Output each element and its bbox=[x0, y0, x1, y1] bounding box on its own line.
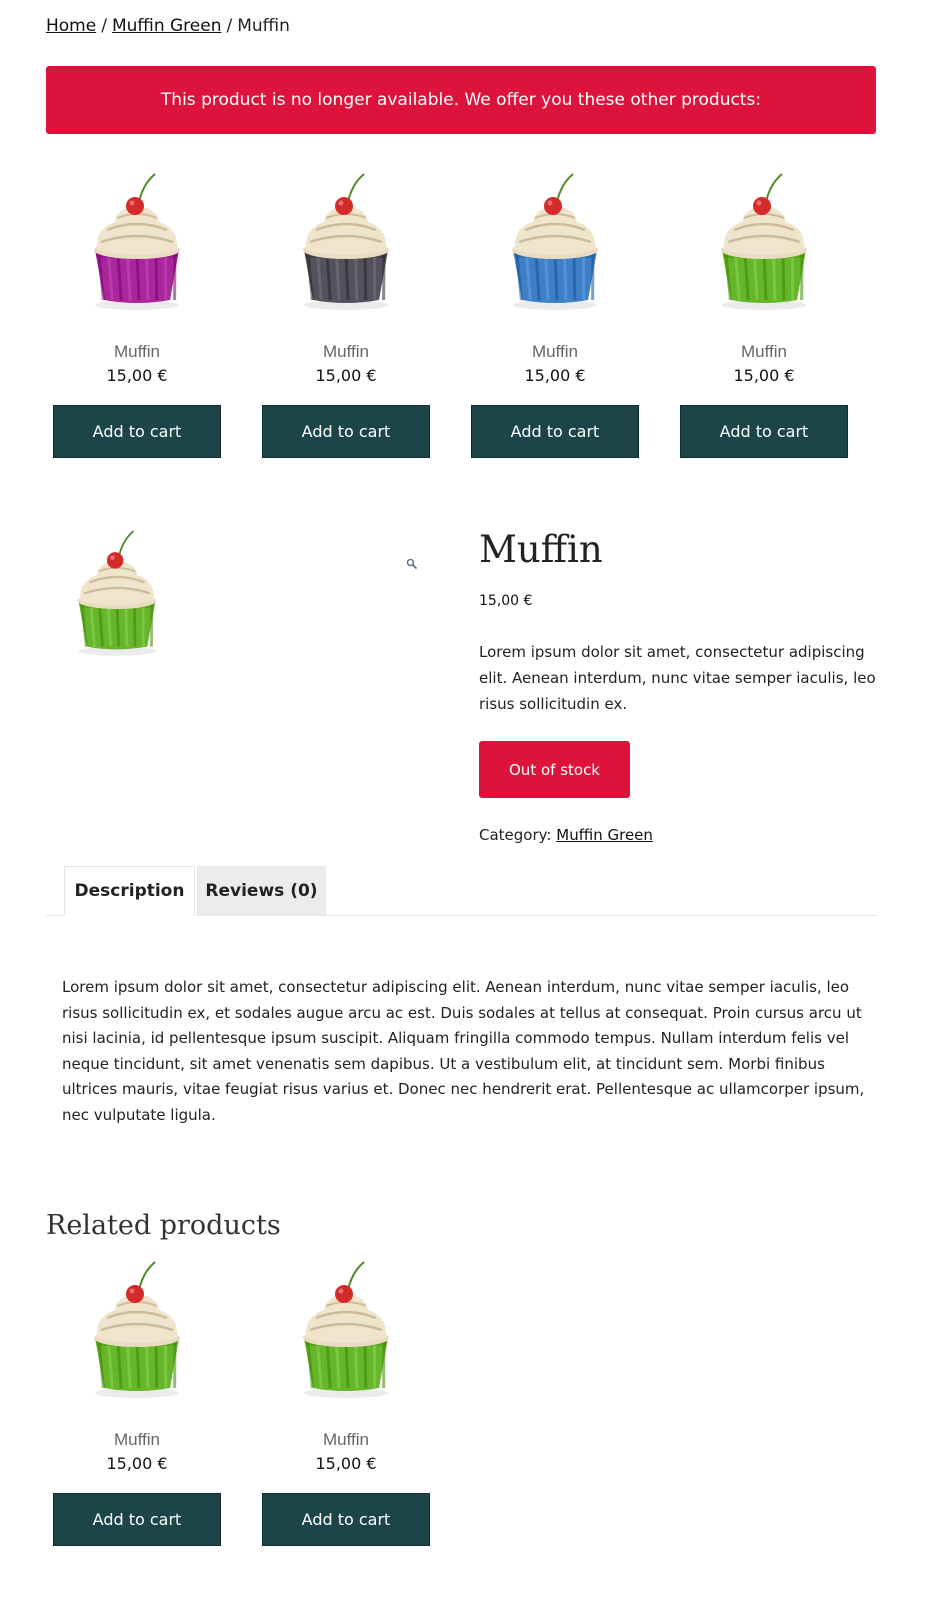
product-short-description: Lorem ipsum dolor sit amet, consectetur … bbox=[479, 643, 876, 713]
product-price: 15,00 € bbox=[106, 366, 168, 385]
product-card: Muffin 15,00 € Add to cart bbox=[680, 172, 848, 458]
product-title: Muffin bbox=[479, 528, 603, 571]
add-to-cart-button[interactable]: Add to cart bbox=[53, 405, 221, 458]
muffin-product-image[interactable] bbox=[286, 1260, 406, 1410]
add-to-cart-button[interactable]: Add to cart bbox=[262, 1493, 430, 1546]
muffin-product-image[interactable] bbox=[286, 172, 406, 322]
product-name[interactable]: Muffin bbox=[680, 342, 848, 362]
product-name[interactable]: Muffin bbox=[262, 1430, 430, 1450]
add-to-cart-button[interactable]: Add to cart bbox=[680, 405, 848, 458]
breadcrumb-separator: / bbox=[226, 16, 233, 36]
add-to-cart-button[interactable]: Add to cart bbox=[471, 405, 639, 458]
muffin-product-image[interactable] bbox=[704, 172, 824, 322]
muffin-product-image[interactable] bbox=[495, 172, 615, 322]
product-price: 15,00 € bbox=[733, 366, 795, 385]
category-link[interactable]: Muffin Green bbox=[556, 826, 653, 844]
breadcrumb: Home / Muffin Green / Muffin bbox=[46, 16, 290, 36]
product-main-image[interactable] bbox=[62, 528, 172, 668]
product-summary: Muffin 15,00 € Lorem ipsum dolor sit ame… bbox=[479, 528, 879, 844]
product-price: 15,00 € bbox=[106, 1454, 168, 1473]
product-price: 15,00 € bbox=[479, 593, 533, 609]
breadcrumb-separator: / bbox=[101, 16, 107, 36]
product-card: Muffin 15,00 € Add to cart bbox=[262, 172, 430, 458]
product-card: Muffin 15,00 € Add to cart bbox=[53, 1260, 221, 1546]
related-products-heading: Related products bbox=[46, 1210, 281, 1241]
product-name[interactable]: Muffin bbox=[262, 342, 430, 362]
breadcrumb-home-link[interactable]: Home bbox=[46, 16, 96, 36]
product-category: Category: Muffin Green bbox=[479, 826, 879, 844]
muffin-product-image[interactable] bbox=[77, 1260, 197, 1410]
product-tabs: Description Reviews (0) bbox=[46, 866, 876, 916]
tab-description[interactable]: Description bbox=[64, 866, 195, 916]
tab-reviews[interactable]: Reviews (0) bbox=[197, 866, 326, 916]
breadcrumb-current: Muffin bbox=[237, 16, 290, 36]
product-card: Muffin 15,00 € Add to cart bbox=[471, 172, 639, 458]
add-to-cart-button[interactable]: Add to cart bbox=[262, 405, 430, 458]
zoom-magnifier-icon[interactable] bbox=[406, 558, 418, 570]
product-name[interactable]: Muffin bbox=[471, 342, 639, 362]
out-of-stock-badge: Out of stock bbox=[479, 741, 630, 798]
category-label: Category: bbox=[479, 826, 552, 844]
muffin-product-image[interactable] bbox=[77, 172, 197, 322]
product-price: 15,00 € bbox=[315, 1454, 377, 1473]
product-price: 15,00 € bbox=[524, 366, 586, 385]
out-of-stock-label: Out of stock bbox=[509, 760, 600, 779]
description-panel-text: Lorem ipsum dolor sit amet, consectetur … bbox=[62, 978, 865, 1124]
unavailable-notice: This product is no longer available. We … bbox=[46, 66, 876, 134]
product-name[interactable]: Muffin bbox=[53, 342, 221, 362]
product-card: Muffin 15,00 € Add to cart bbox=[53, 172, 221, 458]
unavailable-notice-text: This product is no longer available. We … bbox=[160, 90, 762, 110]
product-price: 15,00 € bbox=[315, 366, 377, 385]
product-name[interactable]: Muffin bbox=[53, 1430, 221, 1450]
breadcrumb-category-link[interactable]: Muffin Green bbox=[112, 16, 222, 36]
product-card: Muffin 15,00 € Add to cart bbox=[262, 1260, 430, 1546]
add-to-cart-button[interactable]: Add to cart bbox=[53, 1493, 221, 1546]
